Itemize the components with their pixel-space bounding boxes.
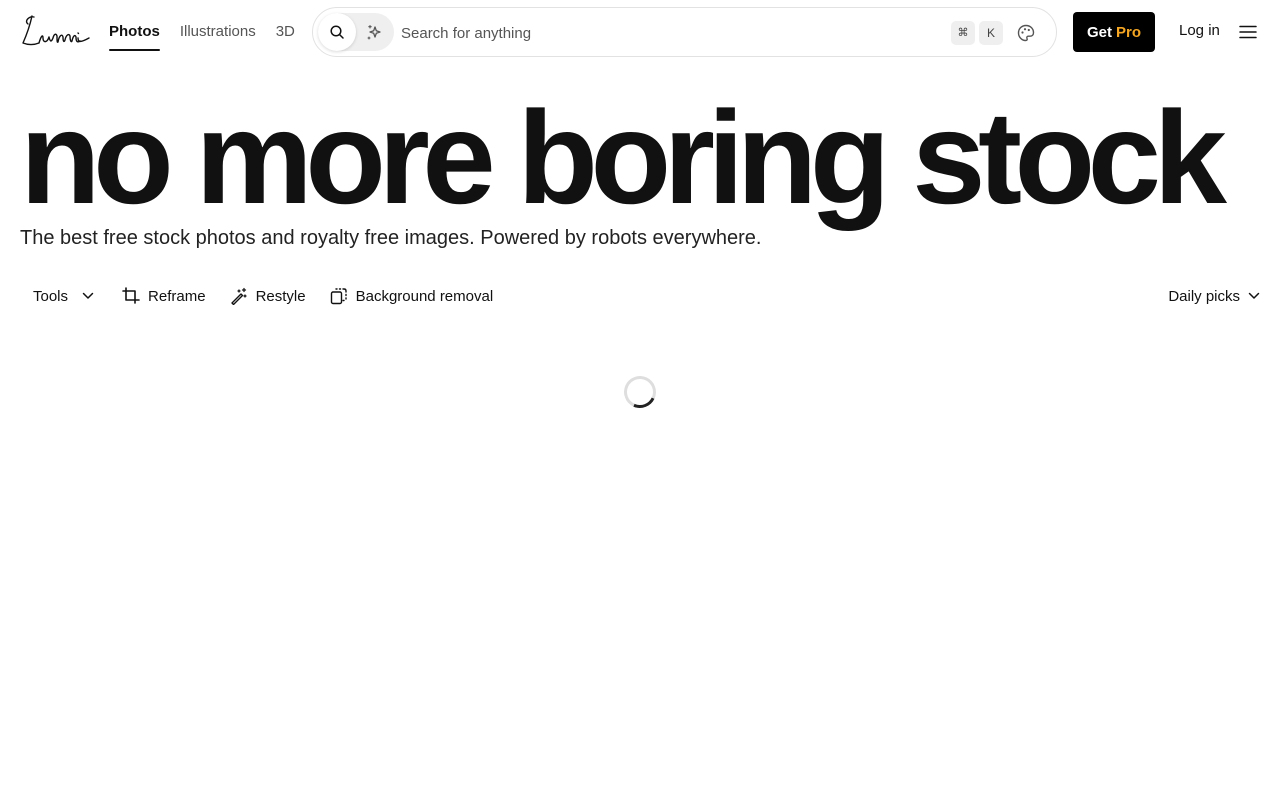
color-search-button[interactable] — [1014, 21, 1038, 45]
get-pro-label-get: Get — [1086, 23, 1112, 41]
crop-icon — [122, 287, 140, 304]
shortcut-key-cmd: ⌘ — [951, 21, 975, 45]
get-pro-label-pro: Pro — [1116, 23, 1142, 41]
logo-mark — [22, 15, 90, 46]
background-removal-tool-label: Background removal — [355, 287, 494, 305]
lummi-logo[interactable] — [20, 12, 90, 50]
search-bar: ⌘ K — [312, 7, 1057, 57]
tools-bar: Tools Reframe Restyle Background removal — [20, 280, 505, 312]
restyle-tool-label: Restyle — [255, 287, 306, 305]
tab-3d[interactable]: 3D — [276, 0, 295, 64]
reframe-tool-label: Reframe — [148, 287, 206, 305]
background-removal-tool-button[interactable]: Background removal — [318, 280, 506, 312]
hamburger-icon — [1239, 25, 1257, 39]
background-removal-icon — [330, 288, 347, 305]
restyle-tool-button[interactable]: Restyle — [218, 280, 318, 312]
palette-icon — [1017, 24, 1035, 42]
shortcut-key-k: K — [979, 21, 1003, 45]
search-input[interactable] — [401, 20, 941, 46]
search-icon — [330, 25, 344, 39]
magic-wand-icon — [230, 287, 247, 305]
loading-spinner — [619, 371, 661, 413]
get-pro-button[interactable]: Get Pro — [1073, 12, 1155, 52]
login-link[interactable]: Log in — [1179, 22, 1220, 39]
content-type-tabs: Photos Illustrations 3D — [109, 0, 295, 64]
sparkle-icon — [367, 24, 381, 40]
hero-subtitle: The best free stock photos and royalty f… — [20, 227, 762, 249]
tab-photos[interactable]: Photos — [109, 0, 160, 64]
sort-dropdown-label: Daily picks — [1168, 287, 1240, 305]
menu-button[interactable] — [1236, 20, 1260, 44]
reframe-tool-button[interactable]: Reframe — [110, 280, 218, 312]
chevron-down-icon — [1248, 292, 1260, 299]
text-search-mode-button[interactable] — [318, 13, 356, 51]
hero-headline: no more boring stock — [20, 84, 1227, 231]
tab-illustrations[interactable]: Illustrations — [180, 0, 256, 64]
top-navbar: Photos Illustrations 3D ⌘ K — [0, 0, 1280, 64]
tools-dropdown-label: Tools — [33, 287, 69, 305]
chevron-down-icon — [82, 292, 94, 299]
search-mode-toggle — [318, 13, 394, 51]
sort-dropdown[interactable]: Daily picks — [1168, 280, 1260, 312]
tools-dropdown[interactable]: Tools — [20, 280, 106, 312]
ai-search-mode-button[interactable] — [356, 13, 394, 51]
